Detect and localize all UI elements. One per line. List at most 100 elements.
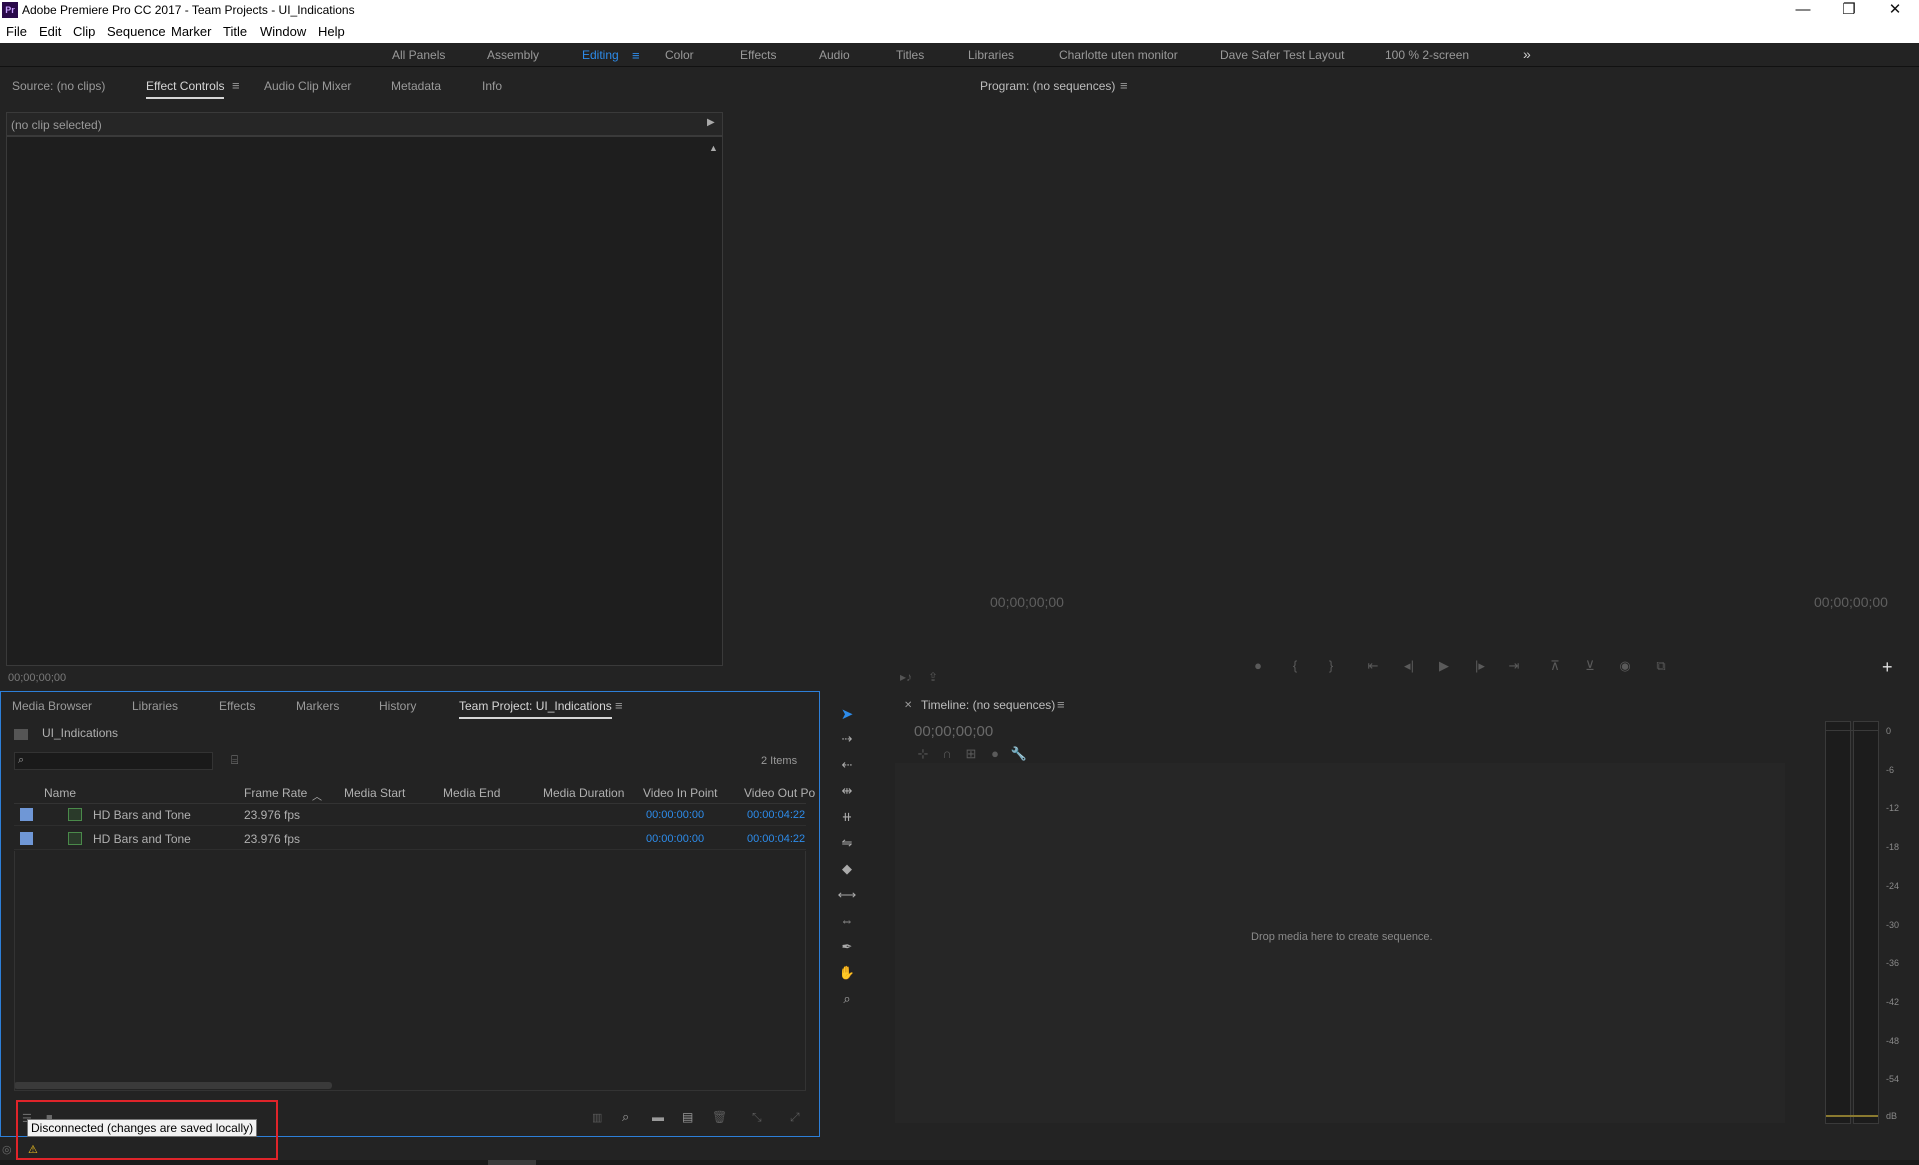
step-back-icon[interactable]: ◂| (1400, 658, 1418, 674)
hand-tool-icon[interactable]: ✋ (835, 965, 859, 985)
panel-menu-icon[interactable]: ≡ (232, 78, 240, 93)
razor-tool-icon[interactable]: ◆ (835, 861, 859, 881)
clip-name[interactable]: HD Bars and Tone (93, 832, 191, 846)
mark-in-icon[interactable]: { (1286, 658, 1304, 673)
workspace-audio[interactable]: Audio (819, 48, 850, 62)
workspace-all-panels[interactable]: All Panels (392, 48, 445, 62)
program-timecode-left[interactable]: 00;00;00;00 (990, 594, 1064, 610)
slip-tool-icon[interactable]: ⟷ (835, 887, 859, 907)
column-media-end[interactable]: Media End (443, 786, 500, 800)
menu-title[interactable]: Title (223, 24, 247, 39)
menu-window[interactable]: Window (260, 24, 306, 39)
new-search-bin-icon[interactable]: ⌸ (231, 753, 238, 768)
column-media-start[interactable]: Media Start (344, 786, 405, 800)
button-editor-icon[interactable]: + (1882, 657, 1893, 678)
automate-icon[interactable]: ▥ (592, 1111, 602, 1124)
menu-file[interactable]: File (6, 24, 27, 39)
scroll-up-icon[interactable]: ▲ (709, 143, 718, 153)
menu-marker[interactable]: Marker (171, 24, 211, 39)
timeline-timecode[interactable]: 00;00;00;00 (914, 723, 993, 740)
expand-arrow-icon[interactable]: ▶ (707, 117, 715, 128)
label-color-swatch[interactable] (20, 808, 33, 821)
program-title[interactable]: Program: (no sequences) (980, 79, 1115, 93)
table-row[interactable]: HD Bars and Tone 23.976 fps 00:00:00:00 … (14, 804, 806, 826)
minimize-icon[interactable]: — (1780, 0, 1826, 21)
workspace-charlotte[interactable]: Charlotte uten monitor (1059, 48, 1178, 62)
lift-icon[interactable]: ⊼ (1546, 658, 1564, 674)
timeline-title[interactable]: Timeline: (no sequences) (921, 698, 1055, 712)
close-icon[interactable]: ✕ (1872, 0, 1918, 21)
track-select-tool-icon[interactable]: ⇢ (835, 731, 859, 751)
column-frame-rate[interactable]: Frame Rate (244, 786, 307, 800)
clip-name[interactable]: HD Bars and Tone (93, 808, 191, 822)
horizontal-scrollbar[interactable] (14, 1082, 332, 1089)
tab-libraries[interactable]: Libraries (132, 699, 178, 713)
workspace-libraries[interactable]: Libraries (968, 48, 1014, 62)
workspace-menu-icon[interactable]: ≡ (632, 48, 640, 63)
clip-video-out[interactable]: 00:00:04:22 (747, 833, 805, 845)
snap-icon[interactable]: ∩ (938, 746, 956, 761)
label-color-swatch[interactable] (20, 832, 33, 845)
pen-tool-icon[interactable]: ✒ (835, 939, 859, 959)
wrench-icon[interactable]: 🔧 (1010, 746, 1028, 762)
tab-markers[interactable]: Markers (296, 699, 339, 713)
menu-sequence[interactable]: Sequence (107, 24, 166, 39)
tab-effect-controls[interactable]: Effect Controls (146, 79, 225, 99)
find-icon[interactable]: ⌕ (622, 1109, 629, 1125)
program-menu-icon[interactable]: ≡ (1120, 78, 1128, 93)
workspace-overflow-icon[interactable]: » (1523, 46, 1531, 62)
workspace-2screen[interactable]: 100 % 2-screen (1385, 48, 1469, 62)
export-frame-icon[interactable]: ◉ (1616, 658, 1634, 674)
table-row[interactable]: HD Bars and Tone 23.976 fps 00:00:00:00 … (14, 828, 806, 850)
go-to-in-icon[interactable]: ⇤ (1364, 658, 1382, 674)
step-forward-icon[interactable]: |▸ (1471, 658, 1489, 674)
play-icon[interactable]: ▶ (1435, 658, 1453, 674)
project-search-input[interactable]: ⌕ (14, 752, 213, 770)
clip-video-out[interactable]: 00:00:04:22 (747, 809, 805, 821)
project-menu-icon[interactable]: ≡ (615, 698, 623, 713)
menu-edit[interactable]: Edit (39, 24, 61, 39)
workspace-titles[interactable]: Titles (896, 48, 924, 62)
column-video-in-point[interactable]: Video In Point (643, 786, 718, 800)
workspace-effects[interactable]: Effects (740, 48, 776, 62)
clip-video-in[interactable]: 00:00:00:00 (646, 809, 704, 821)
go-to-out-icon[interactable]: ⇥ (1505, 658, 1523, 674)
expand-icon[interactable]: ⤢ (790, 1110, 800, 1125)
add-marker-timeline-icon[interactable]: ● (986, 746, 1004, 761)
new-bin-icon[interactable]: ▬ (652, 1110, 664, 1124)
filter-clip-icon[interactable]: ▸♪ (900, 670, 912, 684)
trash-icon[interactable]: 🗑 (712, 1110, 727, 1124)
warning-icon[interactable]: ⚠ (28, 1143, 38, 1156)
tab-history[interactable]: History (379, 699, 416, 713)
tab-info[interactable]: Info (482, 79, 502, 93)
slide-tool-icon[interactable]: ⇔ (835, 913, 859, 933)
tab-effects[interactable]: Effects (219, 699, 255, 713)
menu-clip[interactable]: Clip (73, 24, 95, 39)
rate-stretch-tool-icon[interactable]: ⇋ (835, 835, 859, 855)
comparison-view-icon[interactable]: ⧉ (1652, 658, 1670, 674)
tab-audio-clip-mixer[interactable]: Audio Clip Mixer (264, 79, 351, 93)
tab-team-project[interactable]: Team Project: UI_Indications (459, 699, 612, 719)
nest-icon[interactable]: ⊹ (914, 746, 932, 762)
workspace-editing[interactable]: Editing (582, 48, 619, 62)
restore-icon[interactable]: ❐ (1826, 0, 1872, 21)
selection-tool-icon[interactable]: ➤ (835, 705, 859, 725)
mark-out-icon[interactable]: } (1322, 658, 1340, 673)
new-item-icon[interactable]: ▤ (682, 1110, 693, 1124)
workspace-color[interactable]: Color (665, 48, 694, 62)
column-media-duration[interactable]: Media Duration (543, 786, 624, 800)
export-icon[interactable]: ⇪ (928, 670, 938, 684)
tab-metadata[interactable]: Metadata (391, 79, 441, 93)
close-timeline-icon[interactable]: ✕ (904, 700, 912, 711)
zoom-tool-icon[interactable]: ⌕ (835, 991, 859, 1011)
rolling-edit-tool-icon[interactable]: ⧺ (835, 809, 859, 829)
column-name[interactable]: Name (44, 786, 76, 800)
menu-help[interactable]: Help (318, 24, 345, 39)
clip-video-in[interactable]: 00:00:00:00 (646, 833, 704, 845)
extract-icon[interactable]: ⊻ (1581, 658, 1599, 674)
add-marker-icon[interactable]: ● (1249, 658, 1267, 673)
linked-selection-icon[interactable]: ⊞ (962, 746, 980, 762)
column-video-out-point[interactable]: Video Out Po (744, 786, 815, 800)
timeline-area[interactable]: Drop media here to create sequence. (895, 763, 1785, 1123)
tab-source[interactable]: Source: (no clips) (12, 79, 105, 93)
